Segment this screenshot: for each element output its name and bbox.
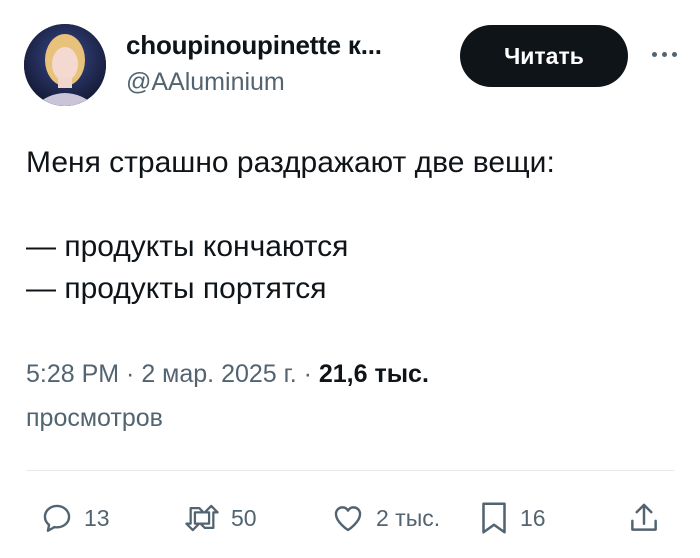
avatar[interactable] — [24, 24, 106, 106]
follow-button[interactable]: Читать — [460, 25, 628, 87]
reply-button[interactable]: 13 — [40, 498, 110, 538]
tweet-line: Меня страшно раздражают две вещи: — [26, 146, 555, 179]
retweet-button[interactable]: 50 — [183, 498, 257, 538]
share-button[interactable] — [628, 498, 660, 538]
tweet-time[interactable]: 5:28 PM — [26, 360, 119, 388]
more-dot — [671, 51, 677, 57]
meta-separator: · — [296, 360, 319, 388]
tweet-date[interactable]: 2 мар. 2025 г. — [141, 360, 296, 388]
more-dot — [651, 51, 657, 57]
like-count: 2 тыс. — [376, 504, 441, 531]
meta-separator: · — [119, 360, 142, 388]
retweet-count: 50 — [231, 504, 257, 531]
avatar-image — [24, 24, 106, 106]
bookmark-count: 16 — [520, 504, 546, 531]
more-dot — [661, 51, 667, 57]
views-label: просмотров — [26, 404, 163, 432]
tweet-meta: 5:28 PM · 2 мар. 2025 г. · 21,6 тыс. — [26, 360, 429, 389]
author-handle[interactable]: @AAluminium — [126, 68, 285, 97]
bookmark-button[interactable]: 16 — [478, 498, 546, 538]
views-count: 21,6 тыс. — [318, 360, 429, 388]
bookmark-icon — [482, 502, 506, 534]
reply-count: 13 — [84, 504, 110, 531]
reply-icon — [43, 504, 71, 532]
author-display-name[interactable]: choupinoupinette к... — [126, 30, 382, 61]
divider — [26, 470, 674, 471]
retweet-icon — [185, 504, 219, 532]
heart-icon — [334, 506, 362, 532]
more-horizontal-icon[interactable] — [642, 42, 686, 66]
tweet-text: Меня страшно раздражают две вещи: — прод… — [26, 142, 555, 310]
tweet-line: — продукты кончаются — [26, 230, 349, 263]
like-button[interactable]: 2 тыс. — [330, 498, 440, 538]
share-icon — [631, 503, 657, 531]
tweet-line: — продукты портятся — [26, 272, 327, 305]
